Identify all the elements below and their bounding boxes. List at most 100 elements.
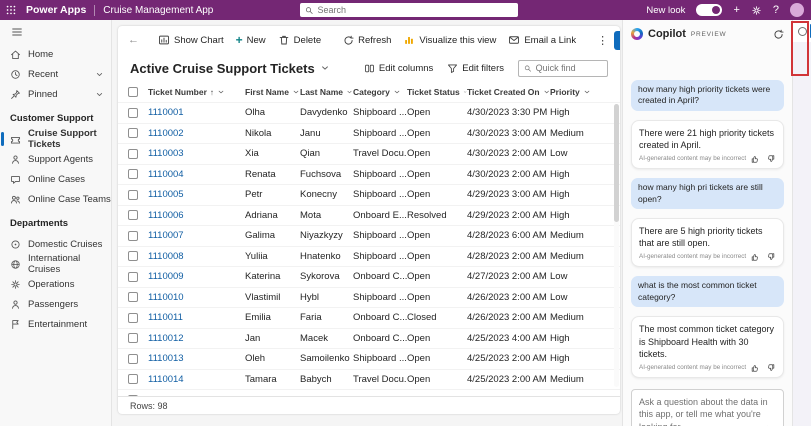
ticket-number-link[interactable]: 1110013 [148, 353, 245, 364]
table-row[interactable]: 1110008 Yuliia Hnatenko Shipboard ... Op… [118, 246, 620, 267]
table-row[interactable]: 1110001 Olha Davydenko Shipboard ... Ope… [118, 102, 620, 123]
chevron-down-icon[interactable] [217, 88, 225, 96]
ticket-number-link[interactable]: 1110004 [148, 169, 245, 180]
sidebar-item-international-cruises[interactable]: International Cruises [0, 254, 111, 274]
table-row[interactable]: 1110014 Tamara Babych Travel Docu... Ope… [118, 369, 620, 390]
row-checkbox[interactable] [128, 395, 138, 396]
email-link-button[interactable]: Email a Link [503, 31, 581, 49]
sidebar-item-support-agents[interactable]: Support Agents [0, 149, 111, 169]
sidebar-item-domestic-cruises[interactable]: Domestic Cruises [0, 234, 111, 254]
thumbs-down-icon[interactable] [766, 363, 776, 373]
column-header-first-name[interactable]: First Name [245, 87, 300, 97]
ticket-number-link[interactable]: 1110007 [148, 230, 245, 241]
table-row[interactable]: 1110002 Nikola Janu Shipboard ... Open 4… [118, 123, 620, 144]
user-avatar[interactable] [790, 3, 804, 17]
thumbs-down-icon[interactable] [766, 252, 776, 262]
column-header-ticket-created-on[interactable]: Ticket Created On [467, 87, 550, 97]
row-checkbox[interactable] [128, 292, 138, 302]
ticket-number-link[interactable]: 1110009 [148, 271, 245, 282]
ticket-number-link[interactable]: 1110006 [148, 210, 245, 221]
show-chart-button[interactable]: Show Chart [153, 31, 229, 49]
share-button[interactable]: Share [614, 31, 620, 50]
global-search-input[interactable] [317, 5, 513, 15]
chevron-down-icon[interactable] [346, 88, 353, 96]
grid-scrollbar[interactable] [614, 104, 619, 387]
waffle-menu-icon[interactable] [0, 0, 22, 20]
refresh-button[interactable]: Refresh [338, 32, 396, 49]
copilot-question-input[interactable]: Ask a question about the data in this ap… [631, 389, 784, 426]
thumbs-up-icon[interactable] [750, 363, 760, 373]
new-look-toggle[interactable] [696, 4, 722, 16]
visualize-view-button[interactable]: Visualize this view [398, 31, 501, 49]
row-checkbox[interactable] [128, 128, 138, 138]
copilot-refresh-icon[interactable] [773, 29, 784, 40]
edit-columns-button[interactable]: Edit columns [364, 63, 433, 74]
scrollbar-thumb[interactable] [614, 104, 619, 222]
ticket-number-link[interactable]: 1110001 [148, 107, 245, 118]
quick-find-box[interactable] [518, 60, 608, 77]
chevron-down-icon[interactable] [393, 88, 401, 96]
hamburger-menu-icon[interactable] [0, 20, 111, 44]
quick-find-input[interactable] [536, 63, 602, 73]
column-header-category[interactable]: Category [353, 87, 407, 97]
column-header-ticket-number[interactable]: Ticket Number ↑ [148, 87, 245, 97]
table-row[interactable]: 1110011 Emilia Faria Onboard C... Closed… [118, 307, 620, 328]
sidebar-item-entertainment[interactable]: Entertainment [0, 314, 111, 334]
row-checkbox[interactable] [128, 333, 138, 343]
table-row[interactable]: 1110005 Petr Konecny Shipboard ... Open … [118, 184, 620, 205]
ticket-number-link[interactable]: 1110011 [148, 312, 245, 323]
table-row[interactable]: 1110009 Katerina Sykorova Onboard C... O… [118, 266, 620, 287]
help-icon[interactable]: ? [773, 5, 779, 16]
column-header-last-name[interactable]: Last Name [300, 87, 353, 97]
row-checkbox[interactable] [128, 354, 138, 364]
ticket-number-link[interactable]: 1110002 [148, 128, 245, 139]
sidebar-item-online-cases[interactable]: Online Cases [0, 169, 111, 189]
table-row[interactable]: 1110006 Adriana Mota Onboard E... Resolv… [118, 205, 620, 226]
chevron-down-icon[interactable] [292, 88, 300, 96]
row-checkbox[interactable] [128, 210, 138, 220]
more-commands-icon[interactable]: ⋮ [593, 34, 612, 47]
row-checkbox[interactable] [128, 149, 138, 159]
view-selector[interactable]: Active Cruise Support Tickets [130, 61, 330, 76]
sidebar-item-pinned[interactable]: Pinned [0, 84, 111, 104]
sidebar-item-recent[interactable]: Recent [0, 64, 111, 84]
edit-filters-button[interactable]: Edit filters [447, 63, 504, 74]
row-checkbox[interactable] [128, 374, 138, 384]
new-button[interactable]: + New [231, 32, 271, 49]
select-all-checkbox[interactable] [128, 87, 138, 97]
ticket-number-link[interactable]: 1110005 [148, 189, 245, 200]
thumbs-up-icon[interactable] [750, 252, 760, 262]
table-row[interactable]: 1110007 Galima Niyazkyzy Shipboard ... O… [118, 225, 620, 246]
back-arrow-icon[interactable]: ← [124, 34, 143, 46]
row-checkbox[interactable] [128, 169, 138, 179]
sidebar-item-passengers[interactable]: Passengers [0, 294, 111, 314]
table-row[interactable]: 1110003 Xia Qian Travel Docu... Open 4/3… [118, 143, 620, 164]
ticket-number-link[interactable]: 1110012 [148, 333, 245, 344]
table-row[interactable]: 1110004 Renata Fuchsova Shipboard ... Op… [118, 164, 620, 185]
thumbs-down-icon[interactable] [766, 154, 776, 164]
ticket-number-link[interactable]: 1110003 [148, 148, 245, 159]
row-checkbox[interactable] [128, 231, 138, 241]
ticket-number-link[interactable]: 1110008 [148, 251, 245, 262]
row-checkbox[interactable] [128, 272, 138, 282]
global-search[interactable] [300, 3, 518, 17]
ticket-number-link[interactable]: 1110010 [148, 292, 245, 303]
column-header-ticket-status[interactable]: Ticket Status [407, 87, 467, 97]
row-checkbox[interactable] [128, 108, 138, 118]
column-header-priority[interactable]: Priority [550, 87, 620, 97]
chevron-down-icon[interactable] [95, 90, 104, 99]
chevron-down-icon[interactable] [543, 88, 550, 96]
row-checkbox[interactable] [128, 190, 138, 200]
table-row[interactable]: 1110012 Jan Macek Onboard C... Open 4/25… [118, 328, 620, 349]
row-checkbox[interactable] [128, 251, 138, 261]
add-icon[interactable]: + [733, 5, 739, 16]
chevron-down-icon[interactable] [95, 70, 104, 79]
copilot-rail-button[interactable] [793, 20, 811, 42]
chevron-down-icon[interactable] [583, 88, 591, 96]
settings-gear-icon[interactable] [751, 5, 762, 16]
sidebar-item-operations[interactable]: Operations [0, 274, 111, 294]
ticket-number-link[interactable]: 1110014 [148, 374, 245, 385]
table-row[interactable]: 1110013 Oleh Samoilenko Shipboard ... Op… [118, 348, 620, 369]
row-checkbox[interactable] [128, 313, 138, 323]
sidebar-item-online-case-teams[interactable]: Online Case Teams [0, 189, 111, 209]
